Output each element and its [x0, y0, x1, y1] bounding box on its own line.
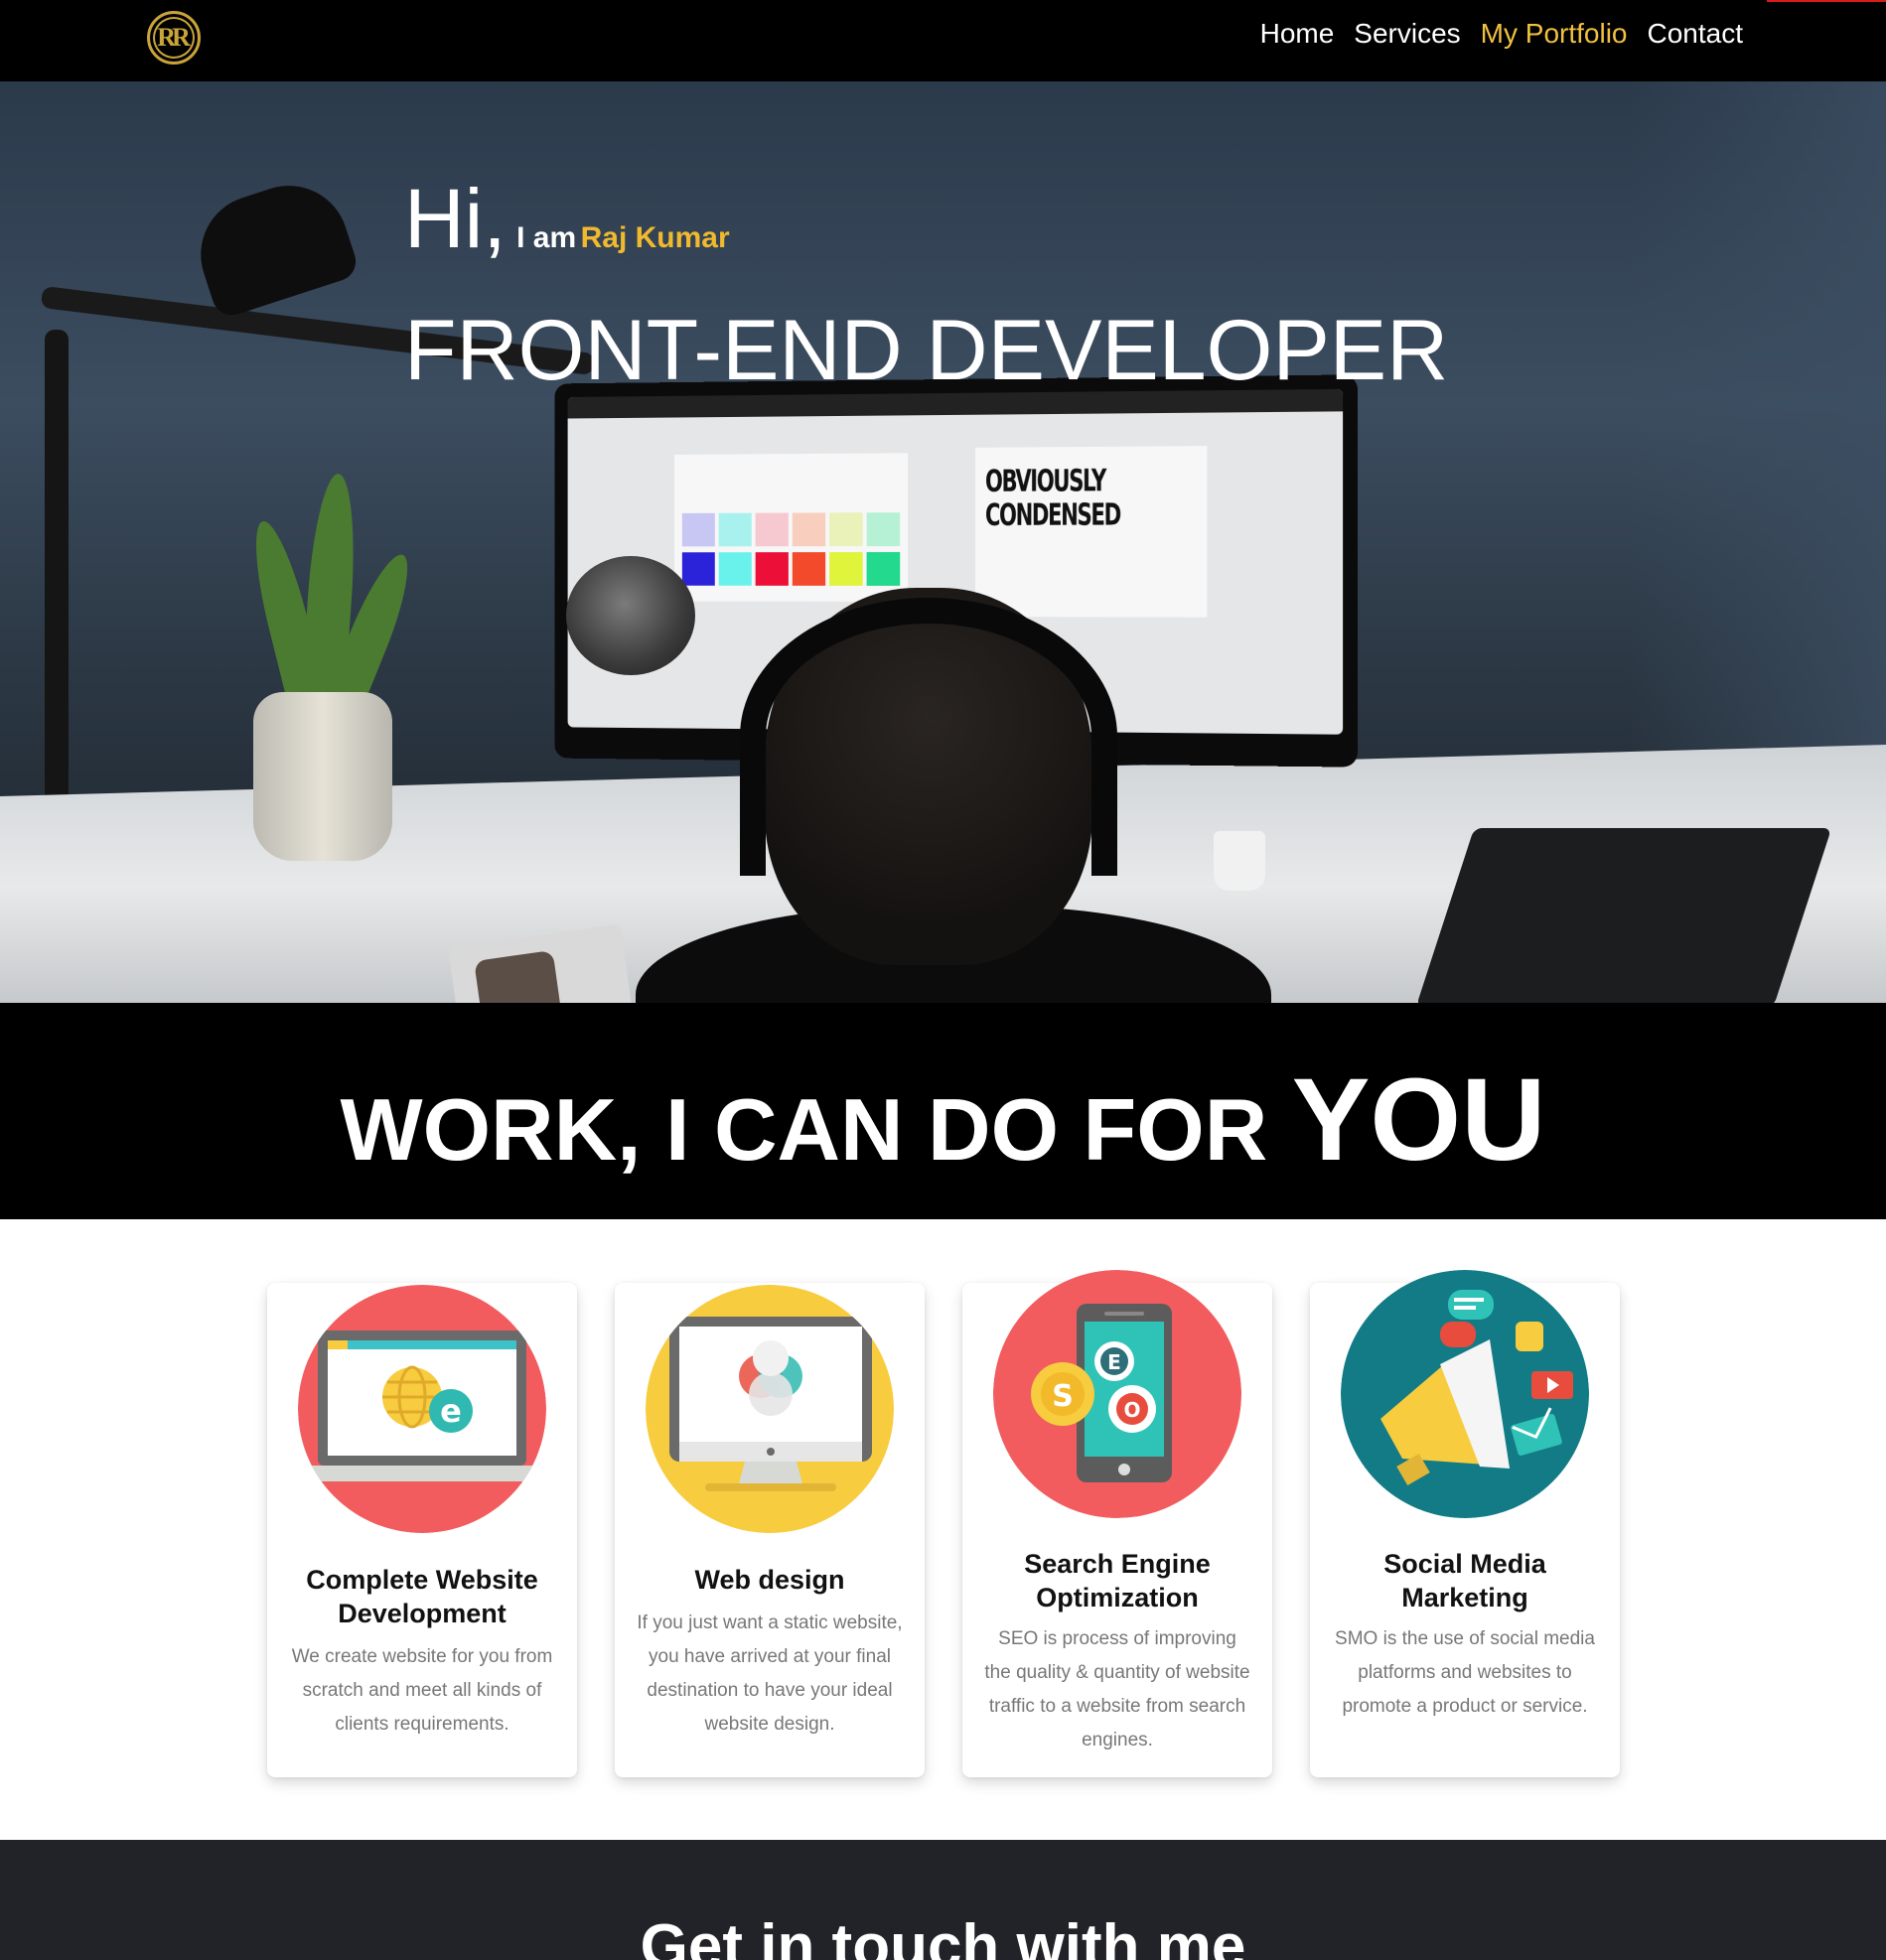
work-title-emphasis: YOU [1292, 1054, 1546, 1186]
color-swatch [719, 513, 752, 547]
work-section-header: WORK, I CAN DO FOR YOU [0, 1003, 1886, 1219]
color-swatch [756, 513, 789, 547]
hero-name: Raj Kumar [581, 221, 730, 254]
contact-title: Get in touch with me [0, 1911, 1886, 1960]
work-title-text: WORK, I CAN DO FOR [341, 1080, 1268, 1179]
service-card-social-media[interactable]: Social Media Marketing SMO is the use of… [1310, 1283, 1620, 1777]
contact-section: Get in touch with me [0, 1840, 1886, 1960]
color-swatch [793, 512, 825, 546]
service-card-title: Social Media Marketing [1320, 1547, 1610, 1614]
service-card-title: Web design [625, 1563, 915, 1597]
service-card-web-design[interactable]: Web design If you just want a static web… [615, 1283, 925, 1777]
color-swatch [719, 552, 752, 586]
color-swatch [829, 512, 863, 546]
megaphone-icon [1341, 1270, 1589, 1518]
hero-role: FRONT-END DEVELOPER [404, 302, 1448, 400]
color-swatch [682, 552, 715, 586]
service-card-description: SMO is the use of social media platforms… [1332, 1622, 1598, 1724]
logo[interactable]: RR [147, 11, 201, 65]
services-section: e Complete Website Development We create… [0, 1219, 1886, 1840]
headphones [740, 598, 1117, 876]
svg-text:O: O [1123, 1398, 1140, 1422]
color-swatch [867, 512, 901, 546]
desk-lamp-head [186, 171, 362, 321]
microphone [566, 556, 695, 675]
service-card-description: SEO is process of improving the quality … [984, 1622, 1250, 1757]
hero-greeting: Hi, I am Raj Kumar [404, 174, 730, 263]
color-swatch [829, 552, 863, 586]
color-swatch [793, 552, 825, 586]
laptop [1416, 828, 1831, 1003]
nav-home-link[interactable]: Home [1260, 18, 1335, 50]
service-card-seo[interactable]: S E O Search Engine Optimization SEO is … [962, 1283, 1272, 1777]
navbar-accent-line [1767, 0, 1886, 2]
color-swatch [756, 552, 789, 586]
svg-text:E: E [1107, 1350, 1121, 1374]
color-swatch-panel [674, 453, 908, 602]
svg-text:e: e [440, 1392, 462, 1430]
color-swatch [682, 513, 715, 547]
navbar: RR Home Services My Portfolio Contact [0, 0, 1886, 81]
nav-services-link[interactable]: Services [1354, 18, 1460, 50]
svg-text:S: S [1052, 1379, 1074, 1414]
typography-panel: OBVIOUSLY CONDENSED [975, 446, 1207, 618]
seo-phone-gears-icon: S E O [993, 1270, 1241, 1518]
service-card-title: Complete Website Development [277, 1563, 567, 1630]
nav-portfolio-link[interactable]: My Portfolio [1481, 18, 1628, 50]
monitor-design-icon [646, 1285, 894, 1533]
hero-intro: I am [516, 221, 576, 254]
small-plant-pot [1214, 831, 1265, 891]
service-card-web-development[interactable]: e Complete Website Development We create… [267, 1283, 577, 1777]
work-title: WORK, I CAN DO FOR YOU [0, 1052, 1886, 1188]
color-swatch [867, 552, 901, 586]
service-card-title: Search Engine Optimization [972, 1547, 1262, 1614]
logo-text: RR [157, 23, 187, 53]
service-card-description: We create website for you from scratch a… [289, 1640, 555, 1742]
monitor-headline: OBVIOUSLY CONDENSED [985, 465, 1125, 533]
laptop-globe-icon: e [298, 1285, 546, 1533]
service-card-description: If you just want a static website, you h… [637, 1607, 903, 1742]
plant-pot [253, 692, 392, 861]
hero-hi: Hi, [404, 174, 507, 263]
nav-contact-link[interactable]: Contact [1648, 18, 1744, 50]
nav-links: Home Services My Portfolio Contact [1260, 18, 1743, 50]
hero-section: OBVIOUSLY CONDENSED [0, 81, 1886, 1003]
